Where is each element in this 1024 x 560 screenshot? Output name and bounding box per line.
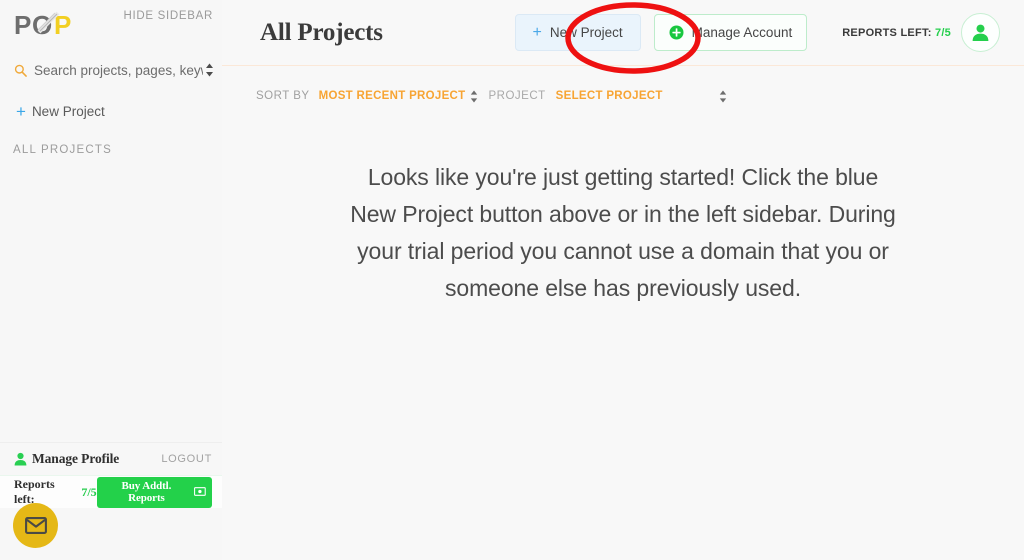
sort-value-dropdown[interactable]: MOST RECENT PROJECT (319, 90, 466, 102)
sidebar-new-project-label: New Project (31, 103, 105, 119)
circle-plus-icon (669, 25, 684, 40)
sidebar-search[interactable] (0, 56, 222, 84)
avatar[interactable] (961, 13, 1000, 52)
buy-reports-label: Buy Addtl. Reports (121, 479, 172, 504)
svg-text:O: O (32, 10, 52, 40)
app-root: P O P HIDE SIDEBAR + (0, 0, 1024, 560)
plus-icon: + (16, 101, 26, 121)
sidebar-section-all-projects: ALL PROJECTS (13, 144, 112, 156)
buy-additional-reports-button[interactable]: Buy Addtl. Reports (96, 476, 212, 508)
person-avatar-icon (972, 24, 989, 41)
manage-account-button-label: Manage Account (691, 25, 793, 40)
plus-icon: + (532, 23, 542, 41)
svg-text:P: P (14, 10, 31, 40)
header-reports-left: REPORTS LEFT: 7/5 (842, 13, 1000, 52)
manage-profile-row[interactable]: Manage Profile LOGOUT (0, 442, 222, 475)
person-icon (14, 452, 27, 466)
reports-left-label: REPORTS LEFT: 7/5 (842, 27, 951, 39)
search-icon (14, 64, 27, 77)
manage-account-button[interactable]: Manage Account (653, 14, 808, 51)
chat-support-button[interactable] (13, 503, 58, 548)
sidebar-header: P O P HIDE SIDEBAR (0, 0, 222, 52)
sidebar: P O P HIDE SIDEBAR + (0, 0, 222, 560)
search-input[interactable] (34, 62, 203, 78)
page-title: All Projects (260, 18, 383, 46)
manage-profile-label: Manage Profile (32, 451, 120, 466)
logout-button[interactable]: LOGOUT (161, 453, 212, 465)
main-header: All Projects + New Project Manage Accoun… (222, 0, 1024, 66)
reports-left-text: REPORTS LEFT: (842, 26, 932, 39)
project-label: PROJECT (488, 90, 546, 102)
sort-by-label: SORT BY (256, 90, 310, 102)
envelope-icon (24, 517, 47, 534)
select-project-dropdown[interactable]: SELECT PROJECT (556, 90, 663, 102)
new-project-button[interactable]: + New Project (514, 14, 641, 51)
sort-bar: SORT BY MOST RECENT PROJECT PROJECT SELE… (222, 79, 1024, 113)
search-sort-toggle-icon[interactable] (205, 63, 214, 77)
project-select-toggle-icon[interactable] (719, 90, 727, 103)
reports-left-label: Reports left: (14, 477, 55, 506)
sidebar-project-list (0, 156, 222, 442)
reports-left-value: 7/5 (81, 484, 97, 499)
pop-logo[interactable]: P O P (14, 9, 88, 41)
header-actions: + New Project Manage Account REPORTS LEF… (514, 13, 1000, 52)
hide-sidebar-button[interactable]: HIDE SIDEBAR (123, 10, 213, 22)
reports-left-value: 7/5 (934, 26, 951, 39)
empty-state-message: Looks like you're just getting started! … (350, 164, 896, 301)
money-bill-icon (194, 487, 206, 496)
sidebar-new-project-link[interactable]: + New Project (0, 98, 222, 124)
new-project-button-label: New Project (549, 25, 623, 40)
main-content: All Projects + New Project Manage Accoun… (222, 0, 1024, 560)
sort-order-toggle-icon[interactable] (470, 90, 478, 103)
